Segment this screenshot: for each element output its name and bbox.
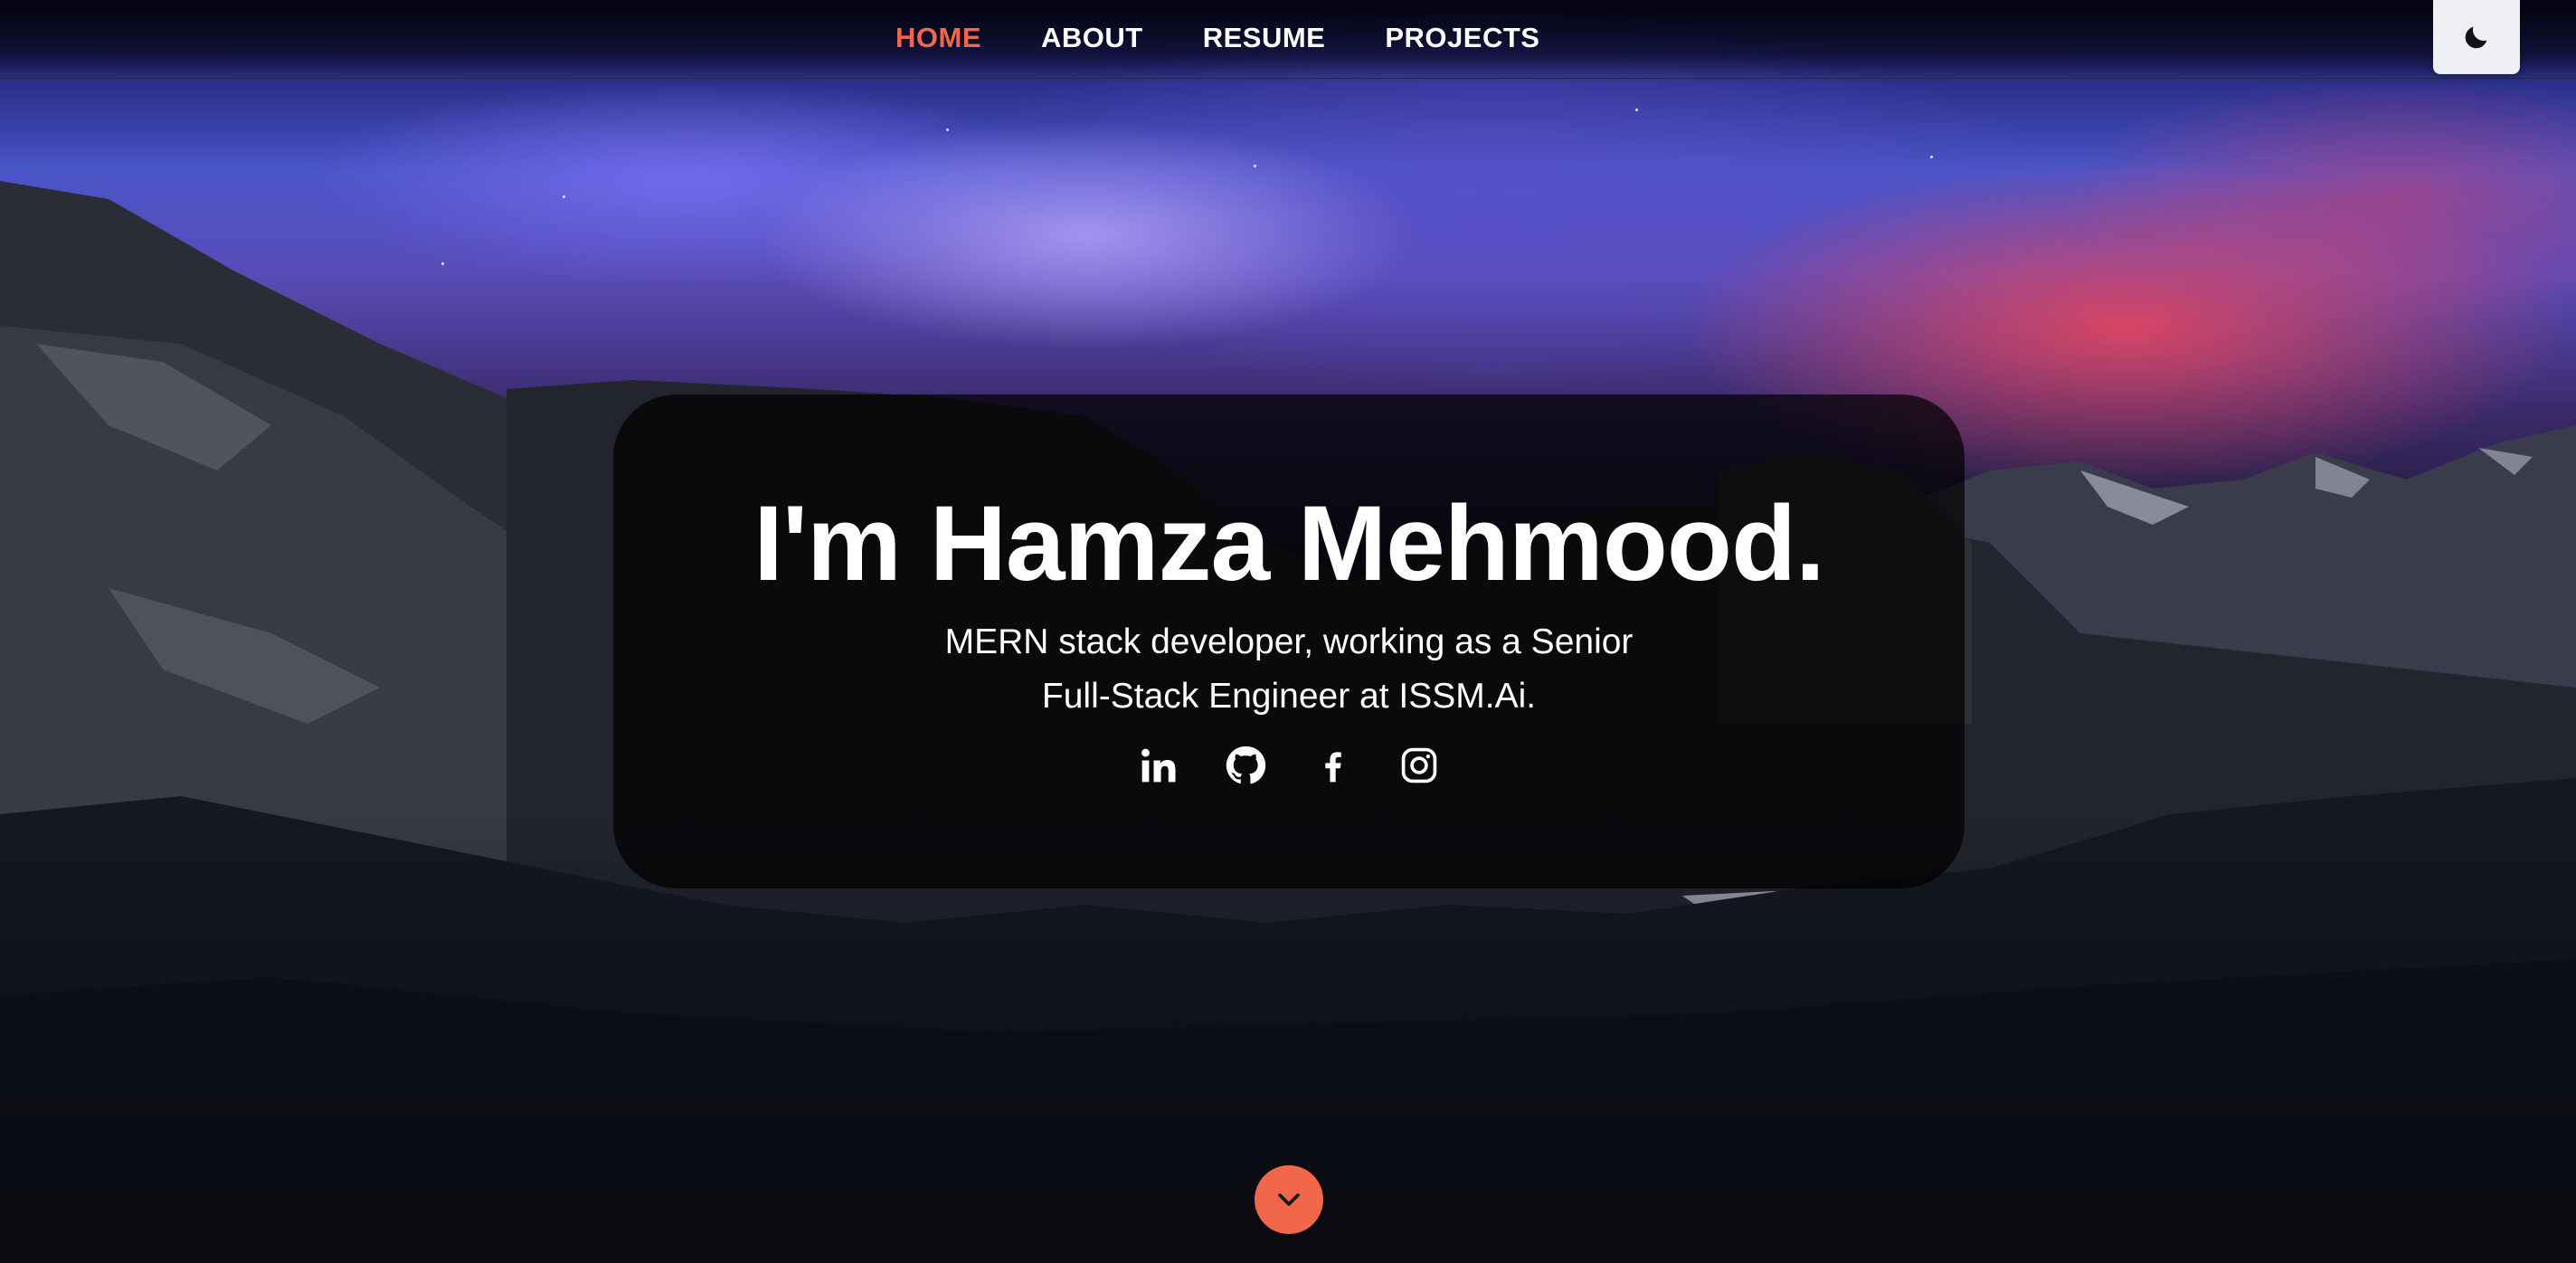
github-link[interactable] — [1224, 744, 1267, 787]
linkedin-link[interactable] — [1137, 744, 1180, 787]
hero-subtitle-line-1: MERN stack developer, working as a Senio… — [944, 622, 1634, 661]
hero-subtitle-line-2: Full-Stack Engineer at ISSM.Ai. — [1041, 677, 1537, 716]
social-links — [613, 744, 1965, 787]
scroll-down-button[interactable] — [1255, 1165, 1323, 1234]
theme-toggle-button[interactable] — [2433, 0, 2520, 74]
nav-link-home[interactable]: HOME — [895, 22, 981, 54]
hero-subtitle: MERN stack developer, working as a Senio… — [613, 615, 1965, 724]
facebook-icon — [1325, 752, 1341, 783]
nav-link-projects[interactable]: PROJECTS — [1385, 22, 1539, 54]
facebook-link[interactable] — [1311, 744, 1354, 787]
github-icon — [1226, 745, 1266, 784]
hero-title: I'm Hamza Mehmood. — [753, 484, 1825, 603]
moon-icon — [2465, 26, 2487, 49]
hero-card: I'm Hamza Mehmood. MERN stack developer,… — [613, 394, 1965, 888]
instagram-link[interactable] — [1397, 744, 1441, 787]
nav-link-about[interactable]: ABOUT — [1041, 22, 1143, 54]
instagram-icon — [1401, 747, 1437, 783]
chevron-down-icon — [1278, 1193, 1300, 1206]
linkedin-icon — [1141, 748, 1176, 783]
nav-link-resume[interactable]: RESUME — [1203, 22, 1326, 54]
navbar: HOME ABOUT RESUME PROJECTS — [0, 0, 2576, 79]
nav-links: HOME ABOUT RESUME PROJECTS — [895, 22, 1539, 54]
portfolio-page: HOME ABOUT RESUME PROJECTS I'm Hamza Meh… — [0, 0, 2576, 1263]
